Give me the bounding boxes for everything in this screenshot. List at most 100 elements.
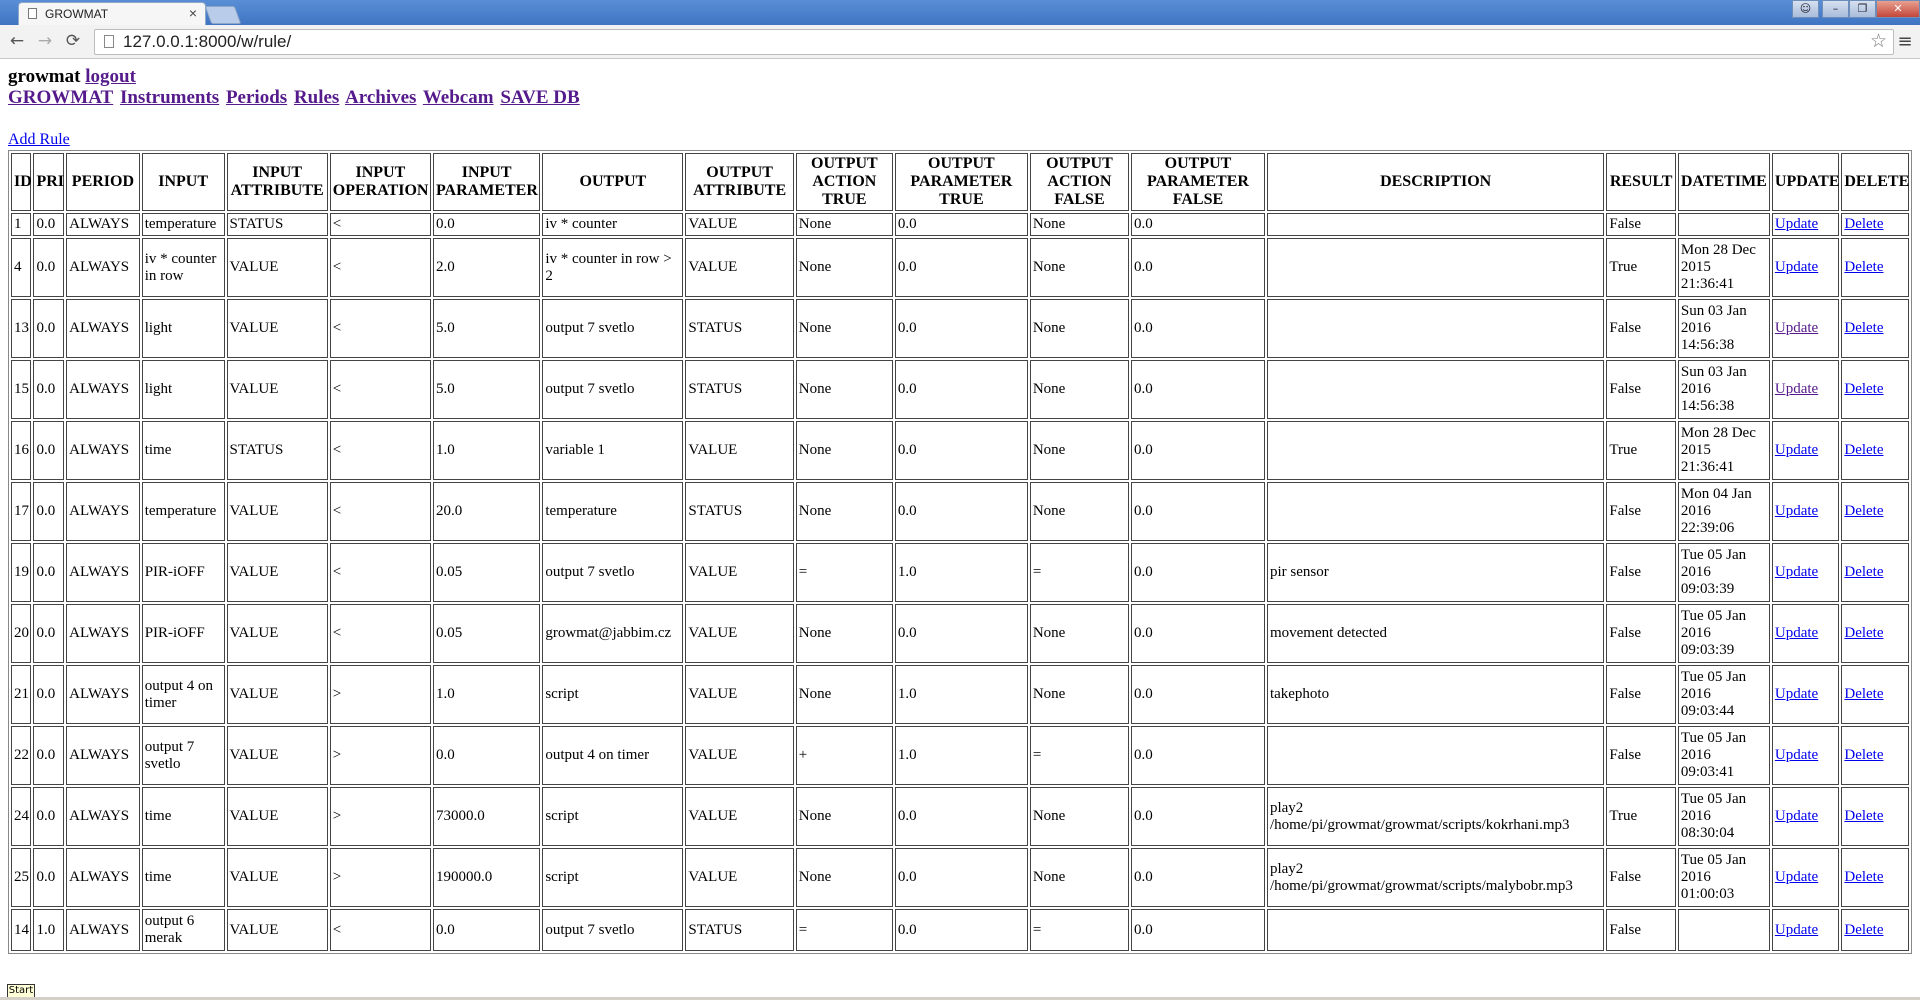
table-cell: Tue 05 Jan 2016 09:03:39	[1677, 604, 1770, 663]
table-cell: None	[795, 213, 893, 236]
table-cell: 190000.0	[432, 848, 541, 907]
table-cell: None	[795, 360, 893, 419]
start-button[interactable]: Start	[7, 984, 35, 998]
table-cell: Update	[1771, 909, 1840, 951]
add-rule-link[interactable]: Add Rule	[8, 131, 70, 149]
table-cell: time	[141, 421, 225, 480]
update-link[interactable]: Update	[1775, 808, 1818, 824]
address-bar[interactable]: 127.0.0.1:8000/w/rule/ ☆	[94, 29, 1894, 55]
update-link[interactable]: Update	[1775, 503, 1818, 519]
delete-link[interactable]: Delete	[1844, 381, 1883, 397]
table-cell: ALWAYS	[66, 213, 140, 236]
delete-link[interactable]: Delete	[1844, 216, 1883, 232]
table-cell: Delete	[1841, 848, 1909, 907]
table-cell: True	[1606, 238, 1676, 297]
table-header-row: ID PRI PERIOD INPUT INPUT ATTRIBUTE INPUT OPE…	[11, 153, 1909, 211]
delete-link[interactable]: Delete	[1844, 686, 1883, 702]
table-cell: 2.0	[432, 238, 541, 297]
table-cell: 0.0	[33, 213, 65, 236]
table-cell: 0.0	[33, 787, 65, 846]
table-cell: 1.0	[33, 909, 65, 951]
table-cell: False	[1606, 213, 1676, 236]
back-arrow-icon[interactable]: ←	[6, 30, 28, 52]
delete-link[interactable]: Delete	[1844, 869, 1883, 885]
table-cell: 0.05	[432, 604, 541, 663]
table-cell: 1.0	[894, 665, 1028, 724]
update-link[interactable]: Update	[1775, 381, 1818, 397]
table-cell: VALUE	[685, 238, 794, 297]
update-link[interactable]: Update	[1775, 259, 1818, 275]
table-cell: Delete	[1841, 299, 1909, 358]
delete-link[interactable]: Delete	[1844, 747, 1883, 763]
nav-webcam[interactable]: Webcam	[423, 87, 494, 108]
column-header-output-parameter-true: OUTPUT PARAMETER TRUE	[894, 153, 1028, 211]
table-cell: VALUE	[685, 543, 794, 602]
update-link[interactable]: Update	[1775, 564, 1818, 580]
update-link[interactable]: Update	[1775, 922, 1818, 938]
table-cell: 4	[11, 238, 32, 297]
minimize-button[interactable]: –	[1822, 0, 1849, 18]
menu-icon[interactable]: ≡	[1895, 32, 1915, 52]
table-cell: Tue 05 Jan 2016 08:30:04	[1677, 787, 1770, 846]
tab-close-icon[interactable]: ×	[189, 5, 197, 21]
restore-button[interactable]: ❐	[1849, 0, 1876, 18]
delete-link[interactable]: Delete	[1844, 259, 1883, 275]
delete-link[interactable]: Delete	[1844, 625, 1883, 641]
table-cell: STATUS	[226, 421, 328, 480]
delete-link[interactable]: Delete	[1844, 503, 1883, 519]
update-link[interactable]: Update	[1775, 320, 1818, 336]
new-tab-button[interactable]	[204, 6, 242, 24]
page-content: growmat logout GROWMAT Instruments Perio…	[8, 66, 1912, 149]
update-link[interactable]: Update	[1775, 625, 1818, 641]
table-cell: movement detected	[1266, 604, 1605, 663]
table-cell: Delete	[1841, 360, 1909, 419]
delete-link[interactable]: Delete	[1844, 922, 1883, 938]
table-row: 1 0.0 ALWAYS temperature STATUS <0.0 iv * coun…	[11, 213, 1909, 236]
update-link[interactable]: Update	[1775, 747, 1818, 763]
table-cell: Update	[1771, 482, 1840, 541]
table-cell: output 7 svetlo	[542, 909, 684, 951]
table-cell: 1.0	[432, 665, 541, 724]
logout-link[interactable]: logout	[85, 66, 136, 87]
table-cell: Update	[1771, 421, 1840, 480]
user-icon[interactable]: ☺	[1792, 0, 1819, 18]
update-link[interactable]: Update	[1775, 216, 1818, 232]
table-cell: 0.0	[33, 726, 65, 785]
browser-toolbar: ← → ⟳ 127.0.0.1:8000/w/rule/ ☆ ≡	[0, 25, 1920, 59]
delete-link[interactable]: Delete	[1844, 442, 1883, 458]
column-header-output-attribute: OUTPUT ATTRIBUTE	[685, 153, 794, 211]
table-cell: 0.0	[894, 238, 1028, 297]
reload-icon[interactable]: ⟳	[62, 30, 84, 52]
delete-link[interactable]: Delete	[1844, 808, 1883, 824]
table-cell: 0.0	[894, 787, 1028, 846]
nav-save-db[interactable]: SAVE DB	[500, 87, 579, 108]
nav-instruments[interactable]: Instruments	[120, 87, 219, 108]
star-icon[interactable]: ☆	[1870, 30, 1887, 52]
forward-arrow-icon[interactable]: →	[34, 30, 56, 52]
table-cell: <	[329, 213, 431, 236]
table-row: 22 0.0 ALWAYS output 7 svetlo VALUE >0.0 outpu…	[11, 726, 1909, 785]
nav-periods[interactable]: Periods	[226, 87, 287, 108]
nav-rules[interactable]: Rules	[294, 87, 339, 108]
table-cell: output 4 on timer	[141, 665, 225, 724]
update-link[interactable]: Update	[1775, 442, 1818, 458]
table-cell: 0.0	[1131, 604, 1265, 663]
page-header: growmat logout	[8, 66, 1912, 88]
delete-link[interactable]: Delete	[1844, 320, 1883, 336]
window-close-button[interactable]: ✕	[1876, 0, 1920, 18]
nav-growmat[interactable]: GROWMAT	[8, 87, 113, 108]
table-cell: <	[329, 421, 431, 480]
table-cell	[1266, 726, 1605, 785]
table-cell: Delete	[1841, 213, 1909, 236]
update-link[interactable]: Update	[1775, 686, 1818, 702]
nav-archives[interactable]: Archives	[345, 87, 416, 108]
table-cell: None	[795, 665, 893, 724]
table-cell: 0.0	[1131, 787, 1265, 846]
update-link[interactable]: Update	[1775, 869, 1818, 885]
browser-tab[interactable]: GROWMAT ×	[18, 2, 206, 25]
table-cell: VALUE	[685, 421, 794, 480]
table-cell: =	[1029, 909, 1130, 951]
url-text[interactable]: 127.0.0.1:8000/w/rule/	[123, 32, 291, 52]
delete-link[interactable]: Delete	[1844, 564, 1883, 580]
table-cell: 25	[11, 848, 32, 907]
